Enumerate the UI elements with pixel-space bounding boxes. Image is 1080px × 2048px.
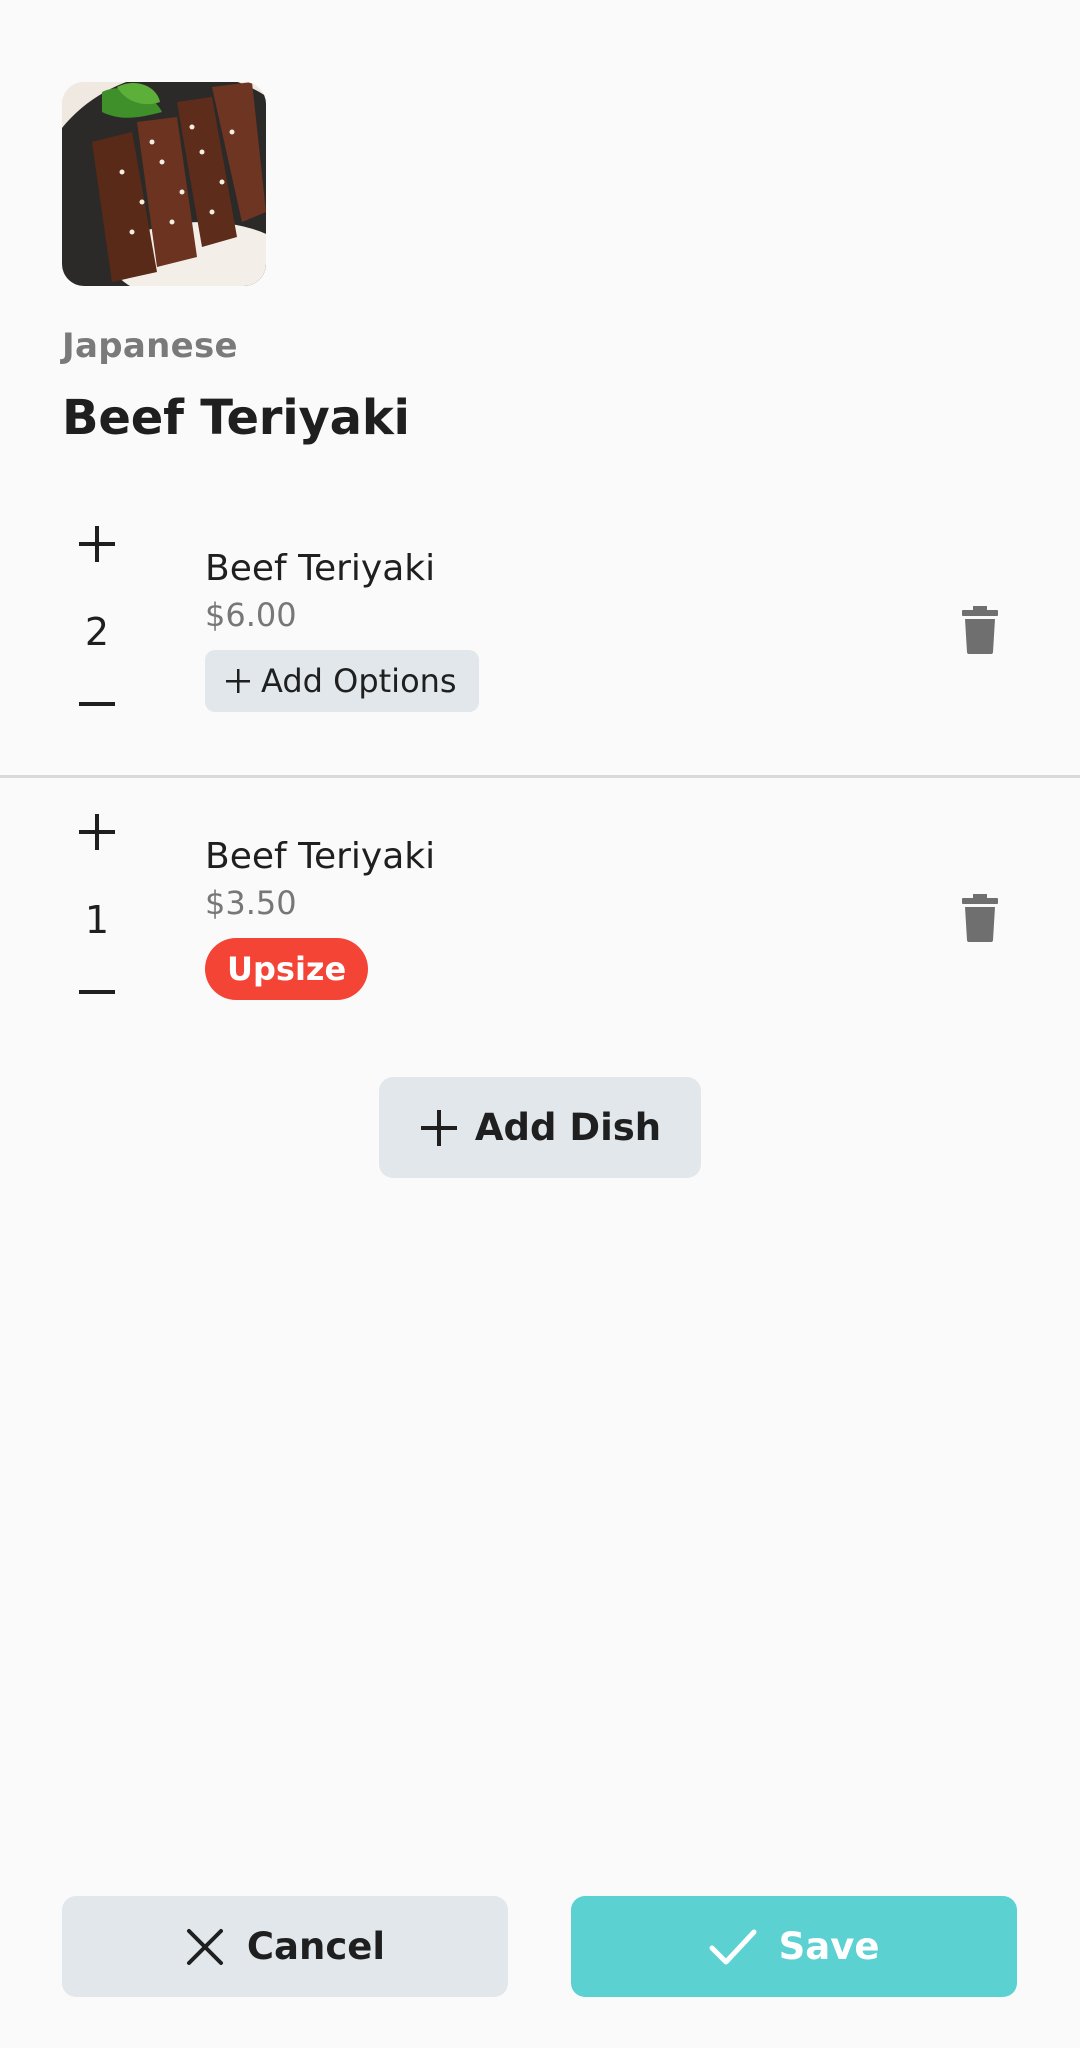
- decrease-quantity-button[interactable]: [62, 674, 132, 734]
- add-dish-button[interactable]: Add Dish: [379, 1077, 701, 1178]
- dish-image: [62, 82, 266, 286]
- page-title: Beef Teriyaki: [62, 390, 410, 446]
- cancel-button[interactable]: Cancel: [62, 1896, 508, 1997]
- minus-icon: [79, 702, 115, 706]
- add-options-button[interactable]: Add Options: [205, 650, 479, 712]
- item-name: Beef Teriyaki: [205, 836, 436, 877]
- close-icon: [186, 1928, 223, 1965]
- trash-icon: [962, 606, 998, 654]
- cancel-label: Cancel: [246, 1925, 386, 1968]
- delete-item-button[interactable]: [960, 894, 1000, 942]
- item-price: $3.50: [205, 884, 297, 922]
- checkmark-icon: [709, 1929, 757, 1964]
- quantity-value: 2: [84, 610, 110, 654]
- item-price: $6.00: [205, 596, 297, 634]
- plus-icon: [420, 1109, 457, 1146]
- quantity-stepper: 1: [62, 802, 132, 1017]
- plus-icon: [226, 669, 250, 693]
- cart-item: 2 Beef Teriyaki $6.00 Add Options: [0, 514, 1080, 774]
- save-button[interactable]: Save: [571, 1896, 1017, 1997]
- item-divider: [0, 775, 1080, 778]
- plus-icon: [79, 814, 115, 850]
- quantity-stepper: 2: [62, 514, 132, 729]
- increase-quantity-button[interactable]: [62, 802, 132, 862]
- save-label: Save: [778, 1925, 880, 1968]
- cuisine-label: Japanese: [62, 326, 238, 366]
- minus-icon: [79, 990, 115, 994]
- quantity-value: 1: [84, 898, 110, 942]
- trash-icon: [962, 894, 998, 942]
- item-name: Beef Teriyaki: [205, 548, 436, 589]
- add-options-label: Add Options: [261, 662, 457, 700]
- increase-quantity-button[interactable]: [62, 514, 132, 574]
- decrease-quantity-button[interactable]: [62, 962, 132, 1022]
- plus-icon: [79, 526, 115, 562]
- delete-item-button[interactable]: [960, 606, 1000, 654]
- cart-item: 1 Beef Teriyaki $3.50 Upsize: [0, 802, 1080, 1062]
- add-dish-label: Add Dish: [474, 1106, 662, 1149]
- option-tag[interactable]: Upsize: [205, 938, 369, 1000]
